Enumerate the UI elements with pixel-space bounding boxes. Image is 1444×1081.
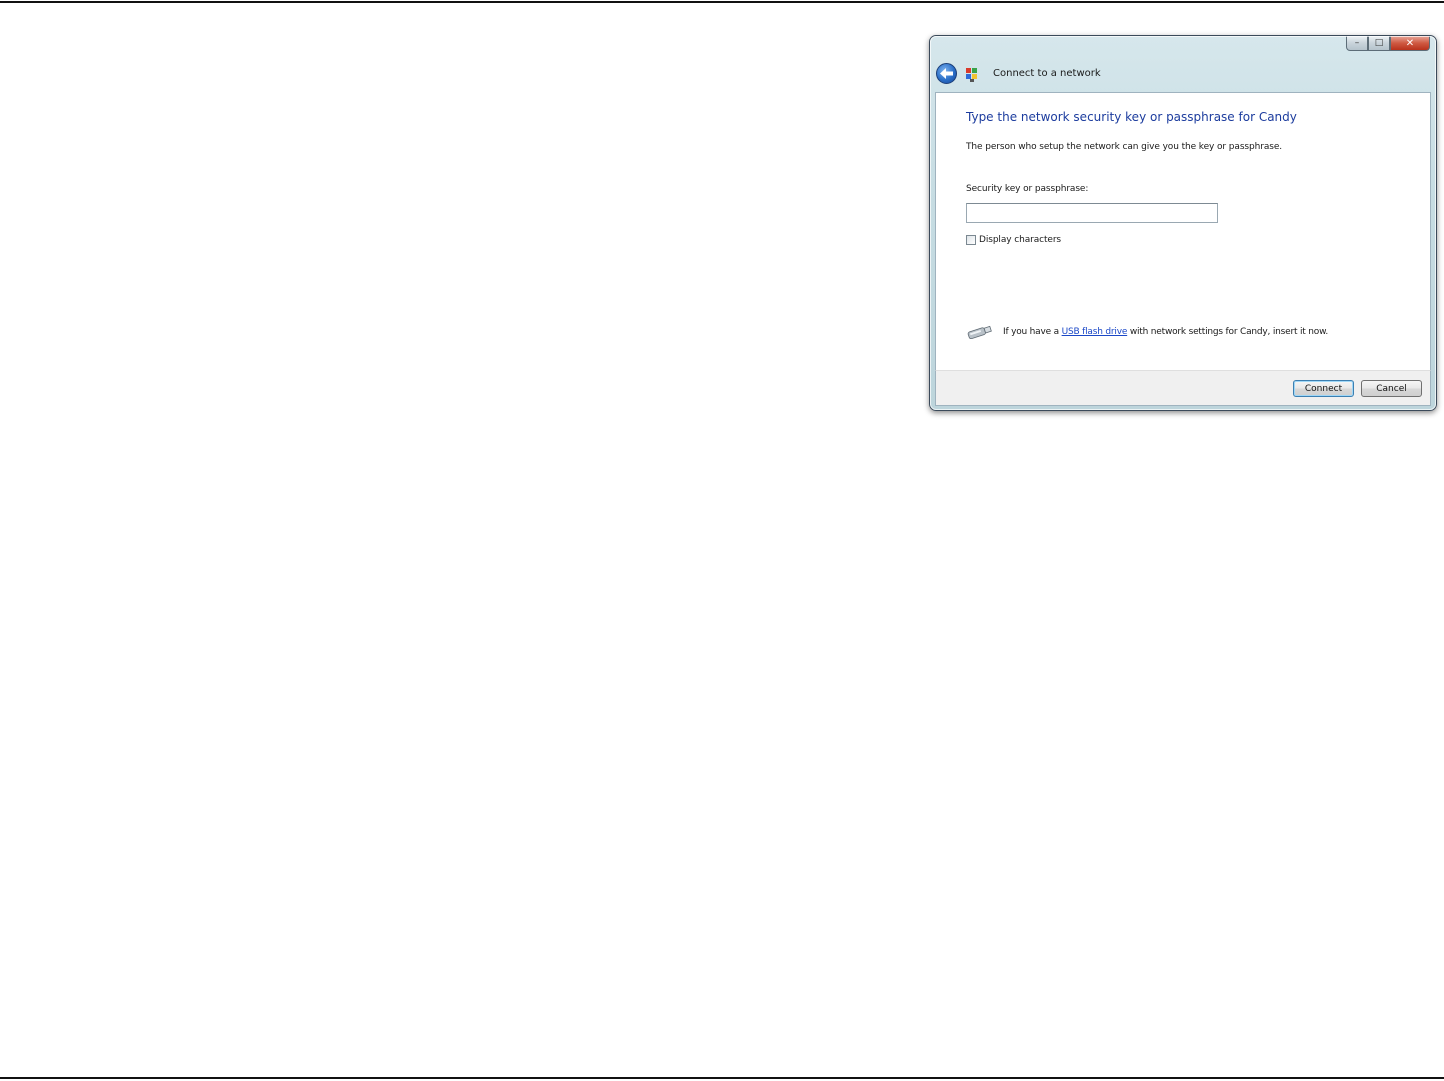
connect-network-dialog: – □ ✕ Connect to a network Type the netw… (929, 35, 1437, 411)
usb-hint-text: If you have a USB flash drive with netwo… (1003, 327, 1328, 337)
page-bottom-rule (0, 1077, 1444, 1079)
connect-button[interactable]: Connect (1293, 380, 1354, 397)
dialog-footer: Connect Cancel (935, 370, 1431, 406)
dialog-content: Type the network security key or passphr… (935, 92, 1431, 370)
security-key-label: Security key or passphrase: (966, 184, 1089, 194)
back-button[interactable] (936, 63, 957, 84)
minimize-button[interactable]: – (1346, 36, 1368, 51)
caption-buttons: – □ ✕ (1346, 36, 1430, 52)
back-arrow-icon (940, 68, 953, 79)
network-icon (966, 68, 977, 82)
usb-hint-row: If you have a USB flash drive with netwo… (966, 325, 1328, 339)
window-title: Connect to a network (993, 68, 1101, 79)
close-button[interactable]: ✕ (1390, 36, 1430, 51)
usb-hint-prefix: If you have a (1003, 327, 1062, 337)
usb-drive-icon (967, 325, 992, 339)
security-key-input[interactable] (966, 203, 1218, 223)
maximize-button[interactable]: □ (1368, 36, 1390, 51)
cancel-button[interactable]: Cancel (1361, 380, 1422, 397)
dialog-description: The person who setup the network can giv… (966, 142, 1283, 152)
page-top-rule (0, 1, 1444, 3)
dialog-heading: Type the network security key or passphr… (966, 110, 1297, 124)
display-characters-label[interactable]: Display characters (979, 235, 1061, 245)
usb-hint-suffix: with network settings for Candy, insert … (1127, 327, 1329, 337)
usb-flash-drive-link[interactable]: USB flash drive (1062, 327, 1128, 337)
display-characters-row[interactable]: Display characters (966, 235, 1061, 245)
display-characters-checkbox[interactable] (966, 235, 976, 245)
